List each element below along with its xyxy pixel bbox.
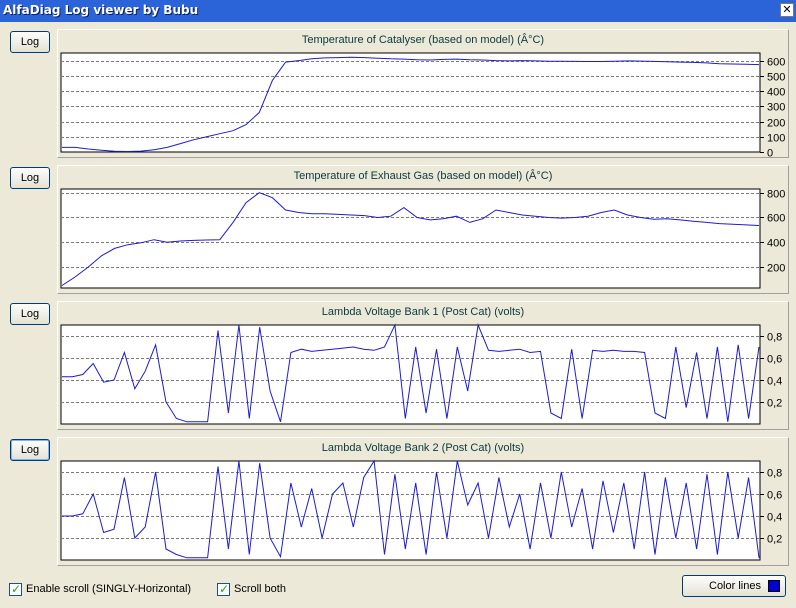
close-button[interactable]: ✕ — [780, 3, 794, 17]
y-tick-label: 0,2 — [767, 398, 782, 410]
chart-title: Temperature of Catalyser (based on model… — [302, 33, 544, 46]
y-tick-label: 0,2 — [767, 534, 782, 546]
log-viewer-window: AlfaDiag Log viewer by Bubu ✕ Log Log Lo… — [0, 0, 796, 608]
y-tick-label: 200 — [767, 263, 785, 275]
chart-title: Lambda Voltage Bank 1 (Post Cat) (volts) — [322, 306, 524, 318]
log-button-exhaust[interactable]: Log — [10, 167, 50, 189]
y-tick-label: 300 — [767, 102, 785, 114]
y-tick-label: 0,6 — [767, 354, 782, 366]
check-icon: ✓ — [11, 582, 22, 596]
scroll-both-box[interactable]: ✓ — [217, 582, 230, 596]
enable-scroll-label: Enable scroll (SINGLY-Horizontal) — [26, 583, 192, 595]
y-tick-label: 400 — [767, 87, 785, 99]
title-bar[interactable]: AlfaDiag Log viewer by Bubu ✕ — [0, 0, 796, 22]
check-icon: ✓ — [219, 582, 230, 596]
y-tick-label: 600 — [767, 57, 785, 69]
chart-lambda-2: Lambda Voltage Bank 2 (Post Cat) (volts)… — [60, 442, 782, 561]
color-lines-button[interactable]: Color lines — [682, 575, 786, 597]
chart-catalyser: Temperature of Catalyser (based on model… — [60, 33, 785, 158]
log-button-lambda-2[interactable]: Log — [10, 439, 50, 461]
chart-panel-catalyser: Temperature of Catalyser (based on model… — [57, 29, 789, 158]
y-tick-label: 0,8 — [767, 332, 782, 344]
window-title: AlfaDiag Log viewer by Bubu — [3, 3, 199, 17]
chart-panel-exhaust: Temperature of Exhaust Gas (based on mod… — [57, 165, 789, 294]
y-tick-label: 600 — [767, 213, 785, 225]
chart-panel-lambda-1: Lambda Voltage Bank 1 (Post Cat) (volts)… — [57, 301, 789, 430]
chart-panel-lambda-2: Lambda Voltage Bank 2 (Post Cat) (volts)… — [57, 437, 789, 566]
plot-area — [60, 52, 761, 153]
y-tick-label: 0,4 — [767, 512, 782, 524]
y-tick-label: 200 — [767, 118, 785, 130]
y-tick-label: 500 — [767, 72, 785, 84]
color-swatch — [768, 580, 780, 592]
scroll-both-checkbox[interactable]: ✓ Scroll both — [217, 582, 307, 597]
plot-area — [60, 324, 761, 425]
chart-title: Lambda Voltage Bank 2 (Post Cat) (volts) — [322, 442, 524, 454]
y-tick-label: 0,6 — [767, 490, 782, 502]
y-tick-label: 0,4 — [767, 376, 782, 388]
log-button-lambda-1[interactable]: Log — [10, 303, 50, 325]
y-tick-label: 800 — [767, 189, 785, 201]
scroll-both-label: Scroll both — [234, 583, 286, 595]
y-tick-label: 0,8 — [767, 468, 782, 480]
enable-scroll-box[interactable]: ✓ — [9, 582, 22, 596]
y-tick-label: 400 — [767, 238, 785, 250]
chart-title: Temperature of Exhaust Gas (based on mod… — [294, 169, 553, 182]
chart-lambda-1: Lambda Voltage Bank 1 (Post Cat) (volts)… — [60, 306, 782, 425]
plot-area — [60, 188, 761, 289]
enable-scroll-checkbox[interactable]: ✓ Enable scroll (SINGLY-Horizontal) — [9, 582, 209, 597]
y-tick-label: 0 — [767, 148, 773, 158]
chart-exhaust: Temperature of Exhaust Gas (based on mod… — [60, 169, 785, 289]
y-tick-label: 100 — [767, 133, 785, 145]
color-lines-label: Color lines — [709, 580, 761, 592]
log-button-catalyser[interactable]: Log — [10, 31, 50, 53]
